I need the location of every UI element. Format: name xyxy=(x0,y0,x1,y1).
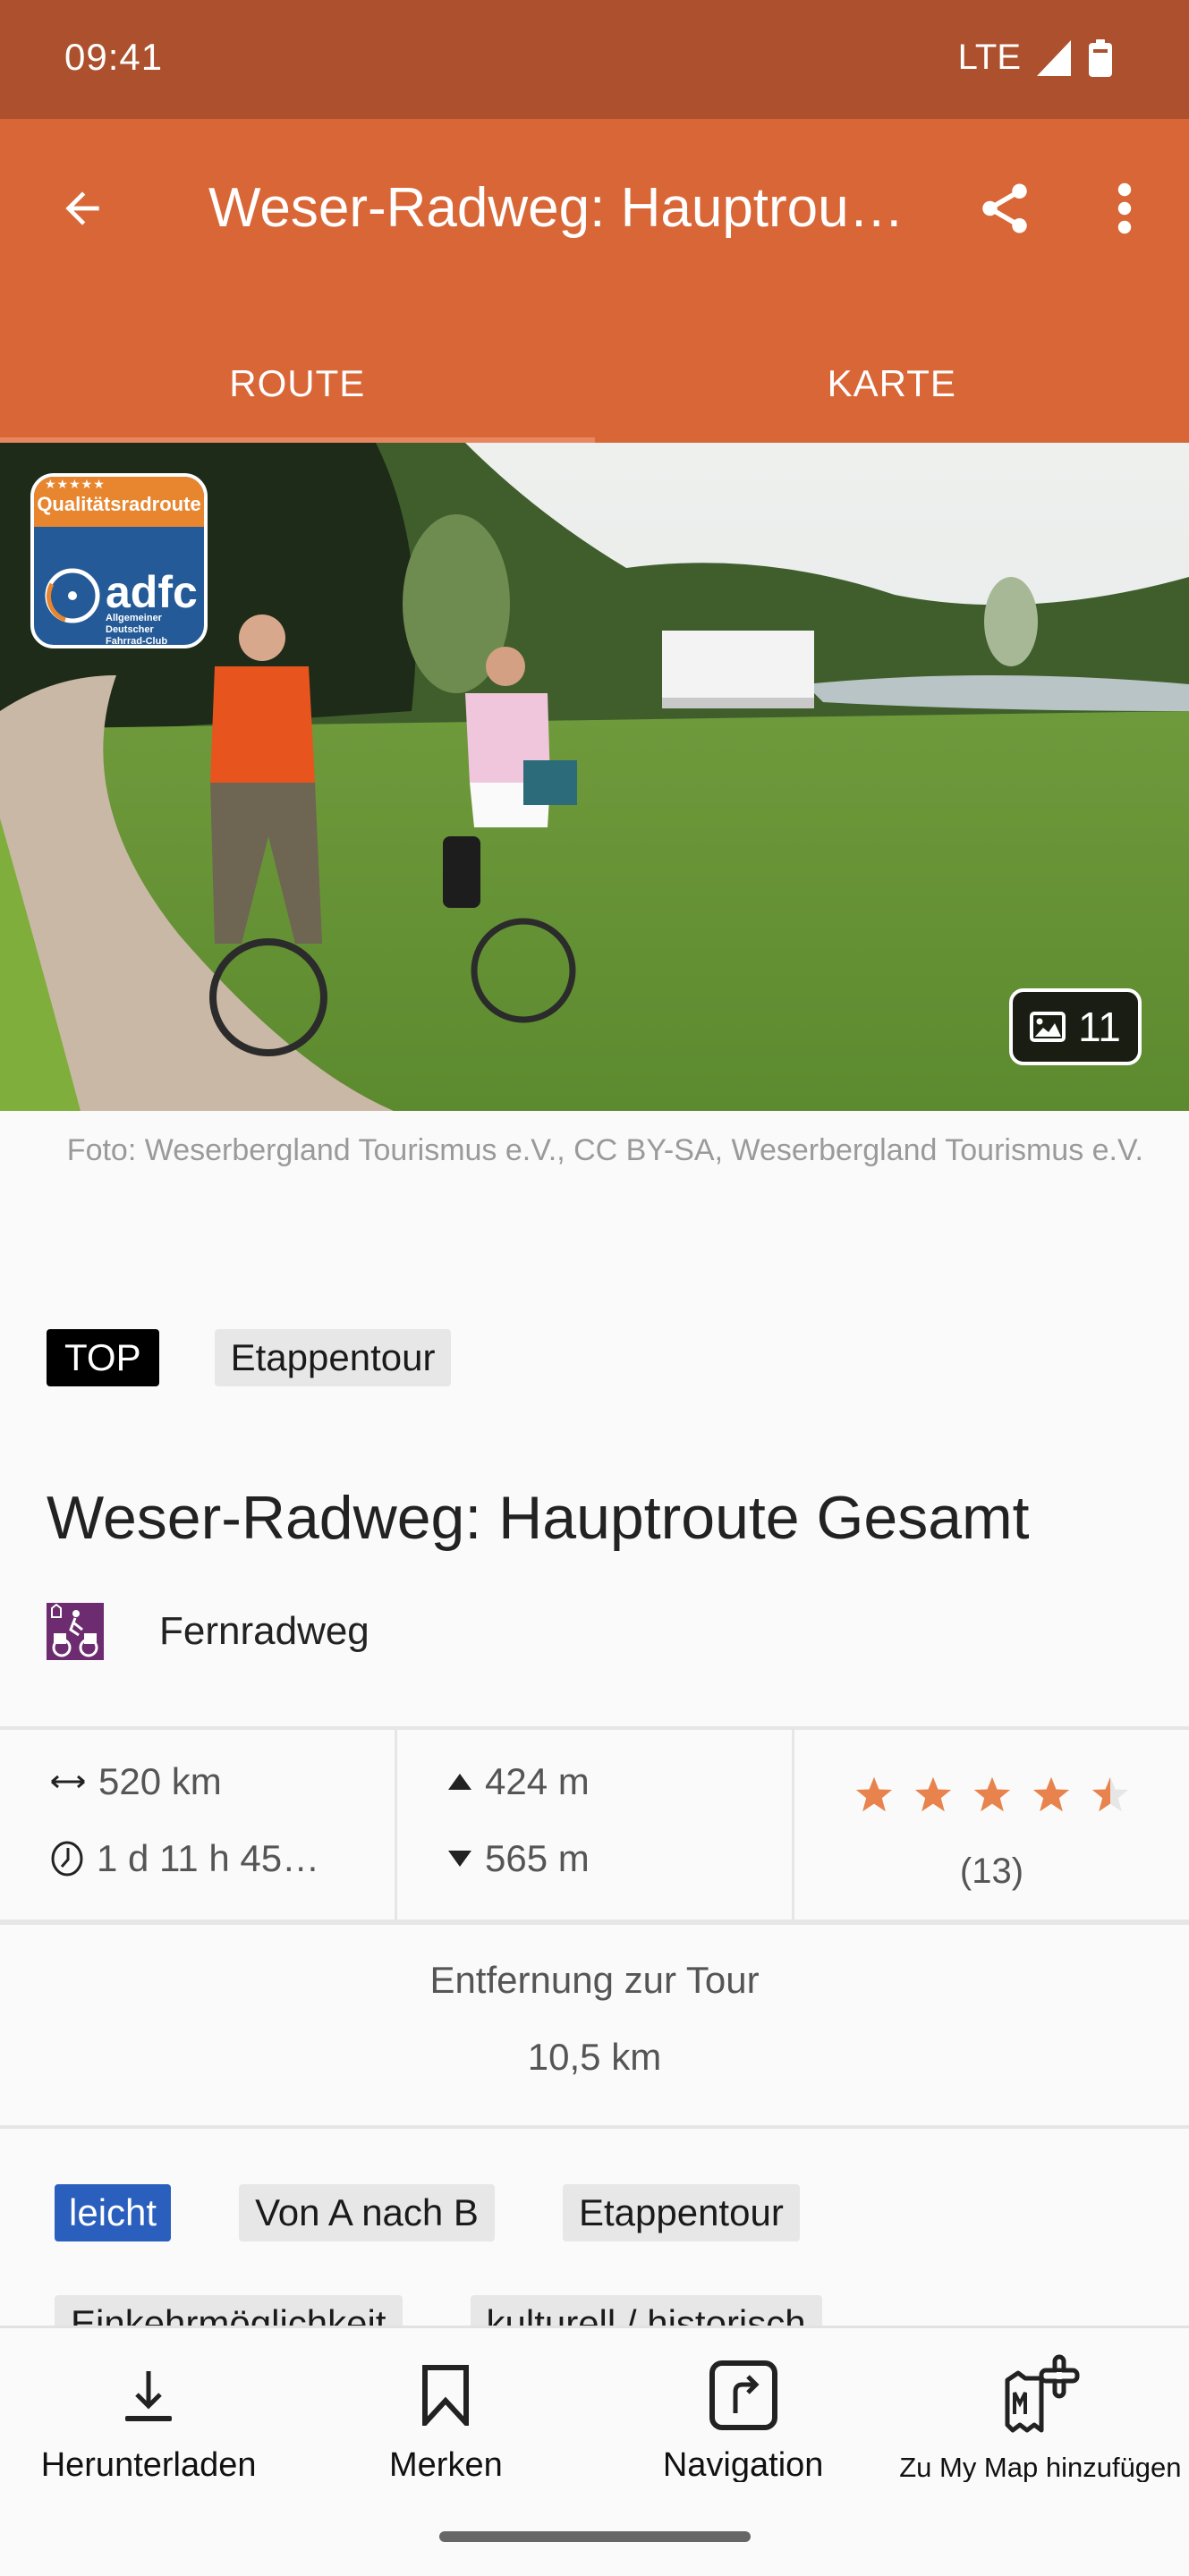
rating-count: (13) xyxy=(959,1852,1024,1891)
app-bar-title: Weser-Radweg: Hauptroute Gesamt xyxy=(208,177,915,239)
photo-count: 11 xyxy=(1078,1004,1121,1050)
download-label: Herunterladen xyxy=(40,2446,257,2484)
tab-route[interactable]: ROUTE xyxy=(0,325,595,443)
badge-title: Qualitätsradroute xyxy=(37,493,201,515)
tag-difficulty: leicht xyxy=(55,2184,172,2241)
star-rating xyxy=(794,1775,1189,1814)
route-stats: 520 km 1 d 11 h 45… 424 m 565 m (13) xyxy=(0,1726,1189,1925)
network-type: LTE xyxy=(957,38,1021,77)
download-button[interactable]: Herunterladen xyxy=(0,2328,297,2484)
arrow-back-icon xyxy=(65,191,99,225)
hero-photo[interactable]: ★★★★★ Qualitätsradroute adfc Allgemeiner… xyxy=(0,443,1189,1111)
signal-icon xyxy=(1037,39,1071,76)
badge-subtitle-line2: Fahrrad-Club xyxy=(106,636,168,647)
system-navigation-area xyxy=(0,2482,1189,2576)
more-options-button[interactable] xyxy=(1093,168,1156,249)
star-icon xyxy=(914,1776,951,1812)
adfc-quality-badge: ★★★★★ Qualitätsradroute adfc Allgemeiner… xyxy=(30,473,208,648)
stat-distance: 520 km xyxy=(50,1760,222,1803)
property-tags: leicht Von A nach B Etappentour xyxy=(55,2184,800,2241)
navigation-label: Navigation xyxy=(662,2446,824,2484)
distance-to-tour-value: 10,5 km xyxy=(527,2036,662,2078)
star-icon xyxy=(855,1776,892,1812)
battery-icon xyxy=(1089,38,1112,77)
status-time: 09:41 xyxy=(64,36,164,78)
stat-duration: 1 d 11 h 45… xyxy=(50,1837,319,1880)
add-to-my-map-label: Zu My Map hinzufügen xyxy=(899,2452,1182,2483)
share-button[interactable] xyxy=(966,168,1042,249)
share-icon xyxy=(981,183,1027,233)
tab-route-label: ROUTE xyxy=(229,362,366,404)
adfc-wheel-icon xyxy=(45,568,100,623)
badge-brand: adfc xyxy=(106,567,198,617)
highlight-tags: TOP Etappentour xyxy=(47,1329,452,1386)
descent-value: 565 m xyxy=(485,1837,590,1879)
status-indicators: LTE xyxy=(958,38,1112,78)
status-bar: 09:41 LTE xyxy=(0,0,1189,119)
badge-subtitle-line1: Allgemeiner Deutscher xyxy=(106,613,162,635)
photo-credit: Foto: Weserbergland Tourismus e.V., CC B… xyxy=(66,1133,1143,1167)
tag-route-type: Von A nach B xyxy=(239,2184,495,2241)
add-to-map-icon xyxy=(1005,2354,1080,2433)
star-icon xyxy=(1091,1776,1128,1812)
photo-gallery-button[interactable]: 11 xyxy=(1009,988,1142,1065)
stats-rating[interactable]: (13) xyxy=(792,1730,1189,1919)
tag-tour-type: Etappentour xyxy=(562,2184,800,2241)
distance-to-tour-label: Entfernung zur Tour xyxy=(429,1959,760,2001)
distance-arrows-icon xyxy=(50,1773,86,1791)
tab-karte[interactable]: KARTE xyxy=(595,325,1189,443)
more-vert-icon xyxy=(1117,182,1132,234)
distance-value: 520 km xyxy=(98,1760,222,1802)
stats-elevation: 424 m 565 m xyxy=(395,1730,792,1919)
descent-icon xyxy=(447,1849,472,1868)
badge-stars: ★★★★★ xyxy=(45,477,106,491)
app-bar: Weser-Radweg: Hauptroute Gesamt ROUTE KA… xyxy=(0,119,1189,443)
navigation-icon xyxy=(709,2360,777,2430)
duration-value: 1 d 11 h 45… xyxy=(97,1837,320,1879)
stats-distance-duration: 520 km 1 d 11 h 45… xyxy=(0,1730,395,1919)
add-to-my-map-button[interactable]: Zu My Map hinzufügen xyxy=(892,2328,1189,2483)
stat-ascent: 424 m xyxy=(447,1760,590,1803)
ascent-icon xyxy=(447,1772,472,1792)
category-label: Fernradweg xyxy=(159,1609,369,1653)
route-category: Fernradweg xyxy=(47,1603,369,1660)
download-icon xyxy=(125,2371,173,2421)
tag-top: TOP xyxy=(47,1329,159,1386)
bookmark-button[interactable]: Merken xyxy=(297,2328,594,2484)
tab-bar: ROUTE KARTE xyxy=(0,325,1189,443)
home-gesture-handle[interactable] xyxy=(439,2531,751,2542)
tag-etappentour: Etappentour xyxy=(214,1329,452,1386)
route-title: Weser-Radweg: Hauptroute Gesamt xyxy=(47,1484,1030,1552)
tab-karte-label: KARTE xyxy=(827,362,956,404)
clock-icon xyxy=(50,1841,84,1877)
long-distance-cycling-icon xyxy=(47,1603,104,1660)
ascent-value: 424 m xyxy=(485,1760,590,1802)
navigation-button[interactable]: Navigation xyxy=(595,2328,892,2484)
badge-subtitle: Allgemeiner Deutscher Fahrrad-Club xyxy=(106,613,204,647)
star-icon xyxy=(973,1776,1010,1812)
distance-to-tour: Entfernung zur Tour 10,5 km xyxy=(0,1930,1189,2129)
stat-descent: 565 m xyxy=(447,1837,590,1880)
bookmark-icon xyxy=(422,2365,470,2426)
bottom-action-bar: Herunterladen Merken Navigation Zu My Ma… xyxy=(0,2326,1189,2484)
star-icon xyxy=(1032,1776,1069,1812)
bookmark-label: Merken xyxy=(389,2446,503,2484)
image-icon xyxy=(1030,1012,1066,1042)
back-button[interactable] xyxy=(47,173,118,244)
